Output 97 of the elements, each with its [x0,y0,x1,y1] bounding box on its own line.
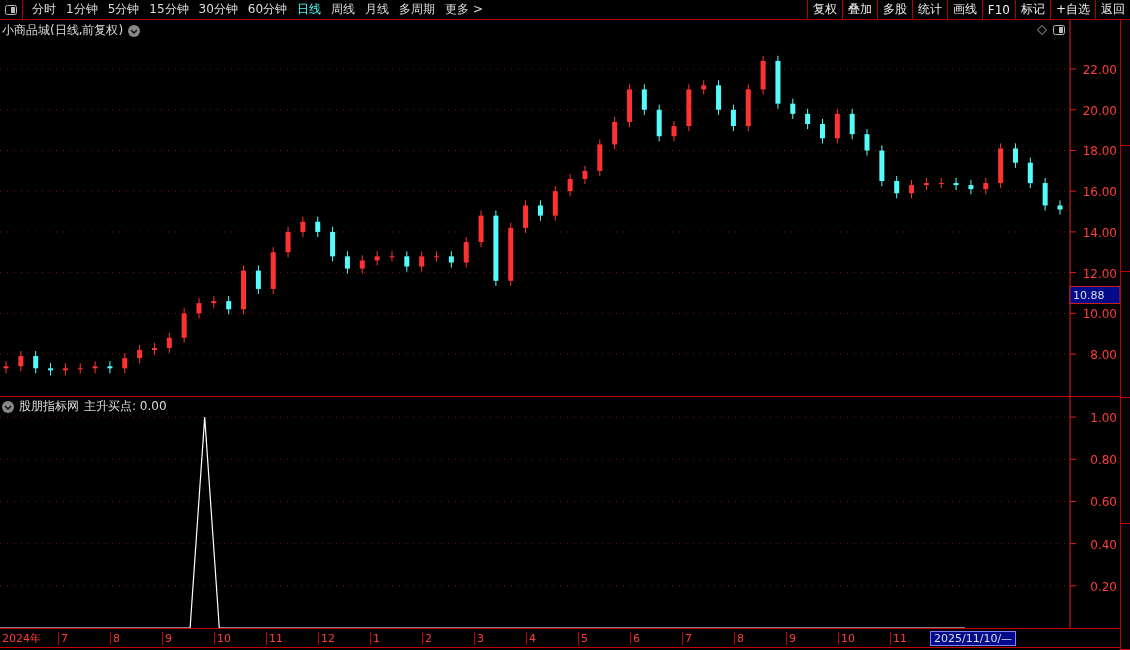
axis-label: 14.00 [1082,225,1117,240]
period-tab[interactable]: 日线 [292,1,327,18]
period-tab[interactable]: 月线 [360,1,395,18]
candlestick [137,344,143,364]
candlestick [344,250,350,275]
axis-label: 12.00 [1082,266,1117,281]
panel-toggle-icon[interactable] [1053,25,1065,35]
time-axis-label: 4 [526,631,578,645]
axis-label: 0.80 [1090,453,1117,468]
candlestick [300,216,306,238]
candlestick [582,165,588,185]
time-axis-label: 9 [786,631,838,645]
candlestick [819,118,825,144]
candlestick [894,175,900,199]
candlestick [77,362,83,374]
candlestick [359,254,365,275]
time-axis-label: 11 [266,631,318,645]
period-tab[interactable]: 分时 [27,1,61,18]
cursor-price-text: 10.88 [1073,289,1105,303]
candlestick [864,128,870,157]
period-tab[interactable]: 30分钟 [193,1,243,18]
time-axis-label: 9 [162,631,214,645]
candlestick [315,216,321,238]
chart-title: 小商品城(日线,前复权) [2,22,124,39]
time-axis-label: 5 [578,631,630,645]
time-axis-label: 6 [630,631,682,645]
candlestick [226,295,232,315]
candlestick [434,250,440,262]
cursor-date-label: 2025/11/10/— [930,630,1017,646]
candlestick [968,179,974,195]
axis-label: 22.00 [1082,63,1117,78]
time-axis-label: 7 [682,631,734,645]
period-tab[interactable]: 15分钟 [144,1,194,18]
candlestick [537,199,543,222]
cursor-price-label [1069,285,1120,304]
period-tab[interactable]: 60分钟 [242,1,293,18]
time-axis-label: 8 [110,631,162,645]
candlestick [107,360,113,374]
panel-toggle-icon[interactable] [5,4,17,15]
axis-label: 0.40 [1090,537,1117,552]
candlestick [730,104,736,132]
candlestick [255,265,261,295]
candlestick [3,360,9,374]
candlestick [285,226,291,258]
candlestick [18,350,24,372]
axis-label: 8.00 [1090,348,1117,363]
axis-label: 16.00 [1082,185,1117,200]
indicator-source: 股朋指标网 [19,398,79,415]
axis-label: 1.00 [1090,411,1117,426]
candlestick [122,352,128,374]
time-axis-label: 12 [318,631,370,645]
axis-label: 20.00 [1082,103,1117,118]
dropdown-icon[interactable] [128,24,141,37]
candlestick [612,116,618,150]
candlestick [805,108,811,130]
time-axis-label: 3 [474,631,526,645]
candlestick [671,120,677,142]
candlestick [389,250,395,262]
candlestick [92,360,98,374]
candlestick [567,173,573,197]
axis-label: 18.00 [1082,144,1117,159]
candlestick [1012,142,1018,169]
candlestick [909,179,915,199]
time-axis-label: 2 [422,631,474,645]
period-tab[interactable]: 1分钟 [61,1,103,18]
time-axis-label: 1 [370,631,422,645]
candlestick [849,108,855,140]
axis-label: 0.60 [1090,495,1117,510]
time-axis-label: 10 [214,631,266,645]
time-axis-label: 8 [734,631,786,645]
candlestick [463,236,469,269]
candlestick [1027,157,1033,189]
axis-label: 10.00 [1082,307,1117,322]
period-tab[interactable]: 更多 > [440,1,488,18]
candlestick [790,98,796,120]
candlestick [166,332,172,354]
time-axis-label: 2024年 [1,630,42,646]
diamond-icon[interactable] [1037,25,1047,35]
candlestick [1057,199,1063,216]
candlestick [641,83,647,116]
time-axis-label: 10 [838,631,890,645]
candlestick [1042,177,1048,212]
candlestick [33,350,39,374]
period-tab[interactable]: 多周期 [394,1,441,18]
candlestick [523,199,529,234]
candlestick [419,250,425,273]
period-tab[interactable]: 5分钟 [102,1,145,18]
time-axis-label: 7 [58,631,110,645]
dropdown-icon[interactable] [2,400,14,413]
candlestick [953,177,959,191]
period-tab[interactable]: 周线 [326,1,361,18]
axis-label: 0.20 [1090,579,1117,594]
candlestick [196,297,202,319]
candlestick [404,250,410,273]
candlestick [374,250,380,267]
indicator-reading: 主升买点: 0.00 [84,398,167,415]
candlestick [938,177,944,189]
